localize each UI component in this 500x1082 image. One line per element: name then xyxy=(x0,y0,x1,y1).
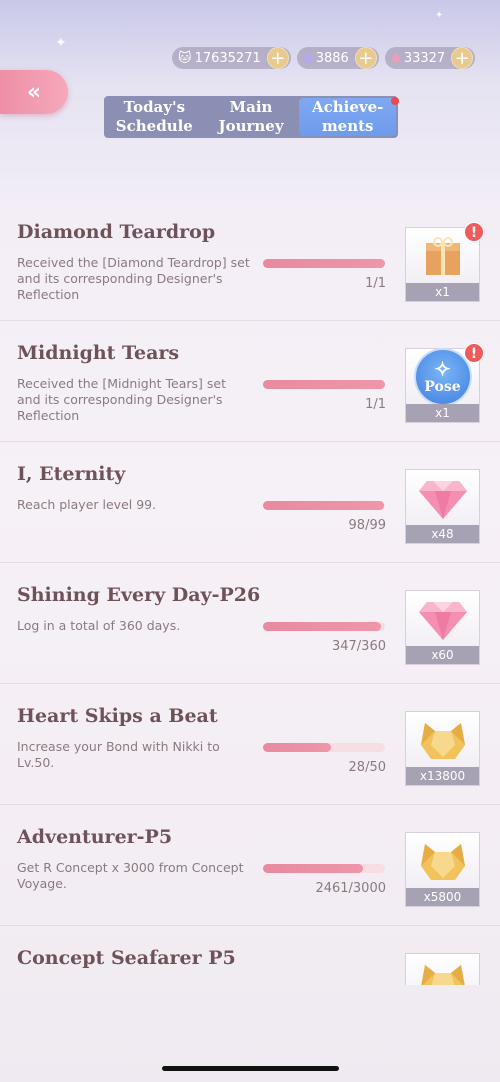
achievement-title: Concept Seafarer P5 xyxy=(17,947,236,969)
reward-slot[interactable]: x60 xyxy=(405,590,480,665)
reward-quantity: x1 xyxy=(406,404,479,422)
tab-label-line: Schedule xyxy=(115,117,193,135)
reward-quantity: x5800 xyxy=(406,888,479,906)
purple-diamond-icon: ◆ xyxy=(302,50,313,66)
achievement-item[interactable]: Shining Every Day-P26 Log in a total of 3… xyxy=(0,563,500,684)
sparkle-icon: ✦ xyxy=(55,35,67,51)
achievement-description: Get R Concept x 3000 from Concept Voyage… xyxy=(17,860,244,891)
claimable-alert-icon: ! xyxy=(464,343,484,363)
progress-bar xyxy=(263,743,385,752)
cat-coin-icon: 🐱 xyxy=(178,50,192,66)
currency-value: 33327 xyxy=(403,50,446,66)
currency-value: 3886 xyxy=(315,50,349,66)
reward-slot[interactable]: x5800 xyxy=(405,832,480,907)
achievement-item[interactable]: I, Eternity Reach player level 99. 98/99 x4… xyxy=(0,442,500,563)
double-chevron-left-icon: « xyxy=(26,79,42,105)
progress-text: 347/360 xyxy=(331,639,386,654)
progress-text: 98/99 xyxy=(348,518,386,533)
achievement-description: Received the [Diamond Teardrop] set and … xyxy=(17,255,250,302)
achievement-item[interactable]: Heart Skips a Beat Increase your Bond wit… xyxy=(0,684,500,805)
achievement-description: Increase your Bond with Nikki to Lv.50. xyxy=(17,739,220,770)
reward-quantity: x48 xyxy=(406,525,479,543)
achievement-title: Midnight Tears xyxy=(17,342,180,364)
tab-achievements[interactable]: Achieve-ments xyxy=(299,98,397,136)
currency-purple-diamond: ◆ 3886 + xyxy=(296,47,379,69)
gold-cat-coin-icon xyxy=(406,833,479,888)
gold-cat-coin-icon xyxy=(406,712,479,767)
pink-diamond-icon xyxy=(406,470,479,525)
tab-label-line: Main xyxy=(229,98,273,116)
reward-quantity: x13800 xyxy=(406,767,479,785)
pink-diamond-icon: ◆ xyxy=(390,50,401,66)
achievement-item[interactable]: Adventurer-P5 Get R Concept x 3000 from C… xyxy=(0,805,500,926)
progress-bar xyxy=(263,501,385,510)
progress-bar xyxy=(263,259,385,268)
progress-fill xyxy=(263,622,381,631)
reward-quantity: x1 xyxy=(406,283,479,301)
back-button[interactable]: « xyxy=(0,70,68,114)
tab-todays-schedule[interactable]: Today's Schedule xyxy=(106,98,203,136)
progress-text: 2461/3000 xyxy=(315,881,386,896)
achievement-description: Received the [Midnight Tears] set and it… xyxy=(17,376,226,423)
tab-label-line: Achieve- xyxy=(311,98,384,116)
reward-slot[interactable]: x13800 xyxy=(405,711,480,786)
achievement-item[interactable]: Diamond Teardrop Received the [Diamond Te… xyxy=(0,200,500,321)
progress-text: 28/50 xyxy=(348,760,386,775)
currency-pink-diamond: ◆ 33327 + xyxy=(384,47,476,69)
progress-fill xyxy=(263,743,332,752)
tab-main-journey[interactable]: Main Journey xyxy=(203,98,300,136)
progress-fill xyxy=(263,380,385,389)
gold-cat-coin-icon xyxy=(406,954,479,985)
achievement-title: Heart Skips a Beat xyxy=(17,705,218,727)
add-gold-button[interactable]: + xyxy=(266,47,289,69)
currency-bar: 🐱 17635271 + ◆ 3886 + ◆ 33327 + xyxy=(172,46,496,70)
achievement-item[interactable]: Midnight Tears Received the [Midnight Tea… xyxy=(0,321,500,442)
currency-gold: 🐱 17635271 + xyxy=(172,47,291,69)
reward-slot[interactable] xyxy=(405,953,480,985)
progress-bar xyxy=(263,864,385,873)
progress-fill xyxy=(263,501,384,510)
sparkle-icon: ✦ xyxy=(435,10,444,21)
notification-dot xyxy=(391,97,399,105)
tab-label-line: Today's xyxy=(123,98,186,116)
achievement-description: Reach player level 99. xyxy=(17,497,157,512)
tab-bar: Today's Schedule Main Journey Achieve-ment… xyxy=(104,96,398,138)
progress-text: 1/1 xyxy=(365,276,386,291)
achievement-title: Shining Every Day-P26 xyxy=(17,584,261,606)
achievement-list[interactable]: Diamond Teardrop Received the [Diamond Te… xyxy=(0,200,500,985)
reward-slot[interactable]: x48 xyxy=(405,469,480,544)
progress-bar xyxy=(263,622,385,631)
tab-label-line: Journey xyxy=(218,117,284,135)
reward-quantity: x60 xyxy=(406,646,479,664)
tab-label-line: ments xyxy=(321,117,374,135)
progress-fill xyxy=(263,259,385,268)
add-purple-diamond-button[interactable]: + xyxy=(354,47,377,69)
progress-text: 1/1 xyxy=(365,397,386,412)
achievement-title: I, Eternity xyxy=(17,463,126,485)
pink-diamond-icon xyxy=(406,591,479,646)
currency-value: 17635271 xyxy=(194,50,261,66)
achievement-title: Adventurer-P5 xyxy=(17,826,173,848)
progress-bar xyxy=(263,380,385,389)
pose-icon: ✧ Pose xyxy=(413,347,472,406)
achievement-description: Log in a total of 360 days. xyxy=(17,618,181,633)
home-indicator[interactable] xyxy=(162,1066,339,1071)
pose-figure-icon: ✧ xyxy=(434,356,451,381)
achievement-title: Diamond Teardrop xyxy=(17,221,216,243)
achievement-item[interactable]: Concept Seafarer P5 xyxy=(0,926,500,985)
progress-fill xyxy=(263,864,364,873)
add-pink-diamond-button[interactable]: + xyxy=(451,47,474,69)
claimable-alert-icon: ! xyxy=(464,222,484,242)
pose-label: Pose xyxy=(424,378,461,395)
